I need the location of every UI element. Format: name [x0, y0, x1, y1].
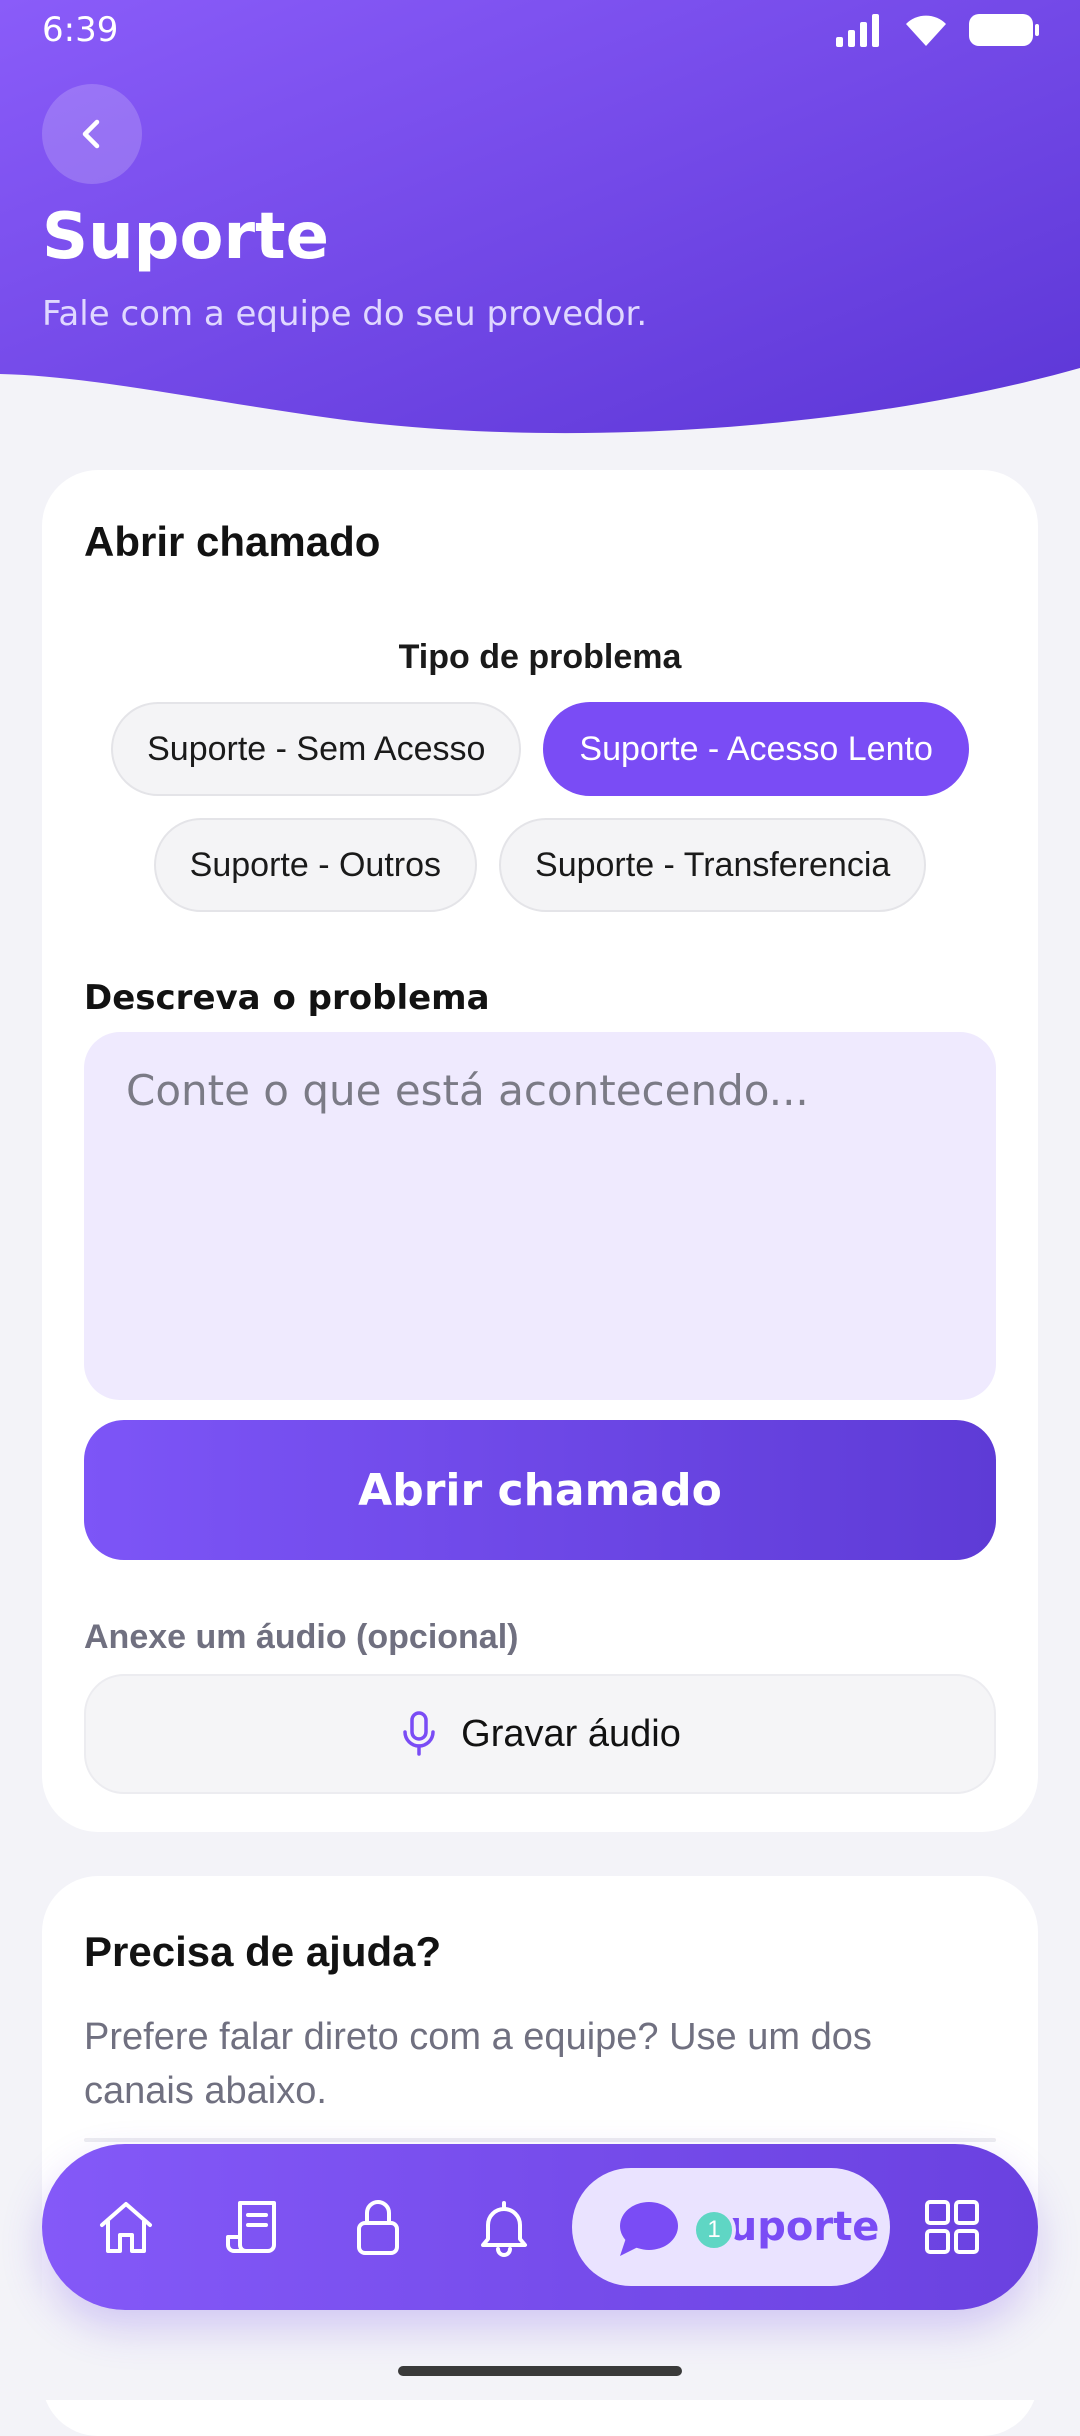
nav-invoices[interactable]	[212, 2187, 292, 2267]
chip-outros[interactable]: Suporte - Outros	[153, 818, 478, 912]
card-title: Abrir chamado	[84, 518, 381, 565]
status-bar: 6:39	[0, 0, 1080, 64]
status-icons	[834, 12, 1040, 48]
problem-type-label: Tipo de problema	[398, 638, 682, 676]
help-title: Precisa de ajuda?	[84, 1928, 442, 1975]
page-title: Suporte	[42, 200, 329, 274]
record-audio-label: Gravar áudio	[461, 1712, 681, 1755]
chip-sem-acesso[interactable]: Suporte - Sem Acesso	[111, 702, 522, 796]
lock-icon	[357, 2200, 399, 2255]
page-subtitle: Fale com a equipe do seu provedor.	[42, 294, 648, 334]
nav-home[interactable]	[86, 2187, 166, 2267]
signal-icon	[836, 14, 879, 47]
nav-support[interactable]: 1 Suporte	[572, 2168, 890, 2286]
open-ticket-button[interactable]: Abrir chamado	[84, 1420, 996, 1560]
chevron-left-icon	[82, 119, 100, 149]
chat-icon-wrap: 1	[612, 2190, 736, 2264]
nav-lock[interactable]	[338, 2187, 418, 2267]
description-input[interactable]	[84, 1032, 996, 1400]
description-label: Descreva o problema	[84, 978, 490, 1018]
bottom-nav: 1 Suporte	[42, 2144, 1038, 2310]
home-indicator	[398, 2366, 682, 2376]
nav-notifications[interactable]	[464, 2187, 544, 2267]
chip-transferencia[interactable]: Suporte - Transferencia	[499, 818, 927, 912]
header: 6:39 Suporte Fale com a equipe do seu pr…	[0, 0, 1080, 440]
chat-icon	[620, 2202, 678, 2256]
chip-acesso-lento[interactable]: Suporte - Acesso Lento	[543, 702, 969, 796]
invoice-icon	[226, 2201, 276, 2253]
wifi-icon	[906, 15, 946, 46]
problem-type-chips: Suporte - Sem Acesso Suporte - Acesso Le…	[42, 702, 1038, 912]
nav-menu[interactable]	[912, 2187, 992, 2267]
audio-label: Anexe um áudio (opcional)	[84, 1618, 519, 1656]
help-divider	[84, 2138, 996, 2142]
help-text: Prefere falar direto com a equipe? Use u…	[84, 2016, 872, 2112]
open-ticket-card: Abrir chamado Tipo de problema Suporte -…	[42, 470, 1038, 1832]
back-button[interactable]	[42, 84, 142, 184]
microphone-icon	[403, 1711, 435, 1756]
battery-icon	[969, 14, 1039, 46]
grid-icon	[925, 2200, 979, 2254]
bell-icon	[481, 2201, 527, 2257]
support-badge: 1	[692, 2208, 736, 2252]
status-time: 6:39	[42, 10, 119, 50]
record-audio-button[interactable]: Gravar áudio	[84, 1674, 996, 1794]
home-icon	[100, 2202, 152, 2253]
